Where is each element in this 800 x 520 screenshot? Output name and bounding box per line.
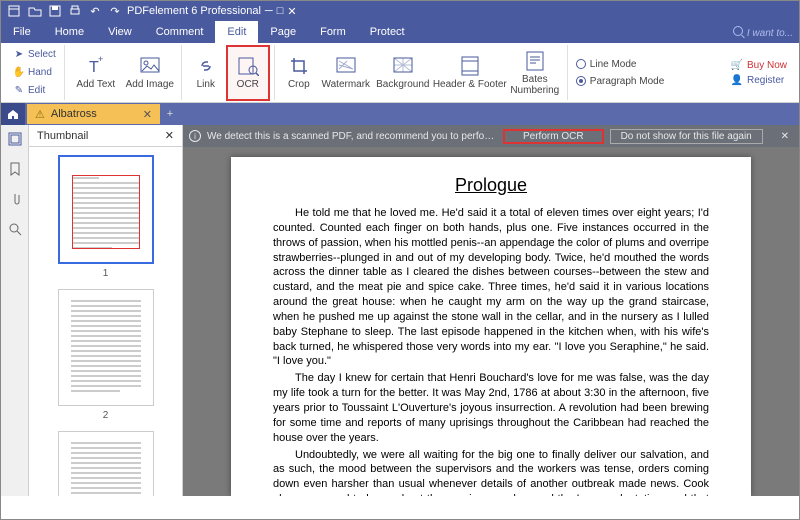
menu-edit[interactable]: Edit (215, 21, 258, 43)
background-icon (392, 55, 414, 77)
hand-tool[interactable]: ✋Hand (13, 65, 56, 81)
bookmarks-icon[interactable] (7, 161, 23, 177)
perform-ocr-button[interactable]: Perform OCR (503, 129, 604, 144)
crop-icon (288, 55, 310, 77)
maximize-button[interactable]: □ (277, 5, 284, 17)
bates-icon (524, 50, 546, 72)
close-panel-icon[interactable]: ✕ (165, 129, 174, 142)
paragraph: The day I knew for certain that Henri Bo… (273, 371, 709, 445)
document-tab-bar: ⚠Albatross✕ + (1, 103, 799, 125)
search-panel-icon[interactable] (7, 221, 23, 237)
text-icon: T+ (85, 55, 107, 77)
thumb-label-2: 2 (103, 410, 109, 421)
warning-icon: ⚠ (35, 108, 45, 121)
crop-button[interactable]: Crop (279, 45, 319, 101)
page-thumbnail-2[interactable] (58, 289, 154, 406)
page-thumbnail-3[interactable] (58, 431, 154, 496)
add-text-button[interactable]: T+Add Text (69, 45, 123, 101)
watermark-icon (335, 55, 357, 77)
menu-comment[interactable]: Comment (144, 21, 216, 43)
link-button[interactable]: Link (186, 45, 226, 101)
open-icon[interactable] (27, 3, 43, 19)
quick-access-toolbar: ↶ ↷ PDFelement 6 Professional ─ □ ✕ (1, 1, 799, 21)
paragraph: Undoubtedly, we were all waiting for the… (273, 448, 709, 497)
page-thumbnail-1[interactable] (58, 155, 154, 264)
dismiss-notice-button[interactable]: Do not show for this file again (610, 129, 763, 144)
thumbnail-panel: Thumbnail ✕ 1 2 3 (29, 125, 183, 496)
close-tab-icon[interactable]: ✕ (143, 108, 152, 121)
home-tab[interactable] (1, 103, 25, 125)
menu-bar: File Home View Comment Edit Page Form Pr… (1, 21, 799, 43)
menu-home[interactable]: Home (43, 21, 96, 43)
page-heading: Prologue (273, 175, 709, 196)
menu-page[interactable]: Page (258, 21, 308, 43)
cart-icon: 🛒 (731, 60, 743, 71)
ocr-icon (237, 55, 259, 77)
ocr-notice-bar: i We detect this is a scanned PDF, and r… (183, 125, 799, 147)
redo-icon[interactable]: ↷ (107, 3, 123, 19)
bates-button[interactable]: Bates Numbering (507, 45, 563, 101)
save-icon[interactable] (47, 3, 63, 19)
ribbon: ➤Select ✋Hand ✎Edit T+Add Text Add Image… (1, 43, 799, 103)
attachments-icon[interactable] (7, 191, 23, 207)
paragraph: He told me that he loved me. He'd said i… (273, 206, 709, 369)
add-image-button[interactable]: Add Image (123, 45, 177, 101)
select-tool[interactable]: ➤Select (13, 47, 56, 63)
user-icon: 👤 (731, 75, 743, 86)
close-notice-icon[interactable]: ✕ (777, 131, 793, 142)
info-icon: i (189, 130, 201, 142)
edit-tool[interactable]: ✎Edit (13, 83, 56, 99)
edit-icon: ✎ (13, 85, 25, 97)
watermark-button[interactable]: Watermark (319, 45, 373, 101)
image-icon (139, 55, 161, 77)
background-button[interactable]: Background (373, 45, 433, 101)
hand-icon: ✋ (13, 67, 25, 79)
cursor-icon: ➤ (13, 49, 25, 61)
undo-icon[interactable]: ↶ (87, 3, 103, 19)
close-button[interactable]: ✕ (287, 5, 296, 18)
header-footer-icon (459, 55, 481, 77)
print-icon[interactable] (67, 3, 83, 19)
document-page: Prologue He told me that he loved me. He… (231, 157, 751, 496)
thumb-label-1: 1 (103, 268, 109, 279)
buy-now-link[interactable]: 🛒Buy Now (731, 60, 787, 71)
minimize-button[interactable]: ─ (265, 5, 273, 17)
document-tab[interactable]: ⚠Albatross✕ (27, 104, 160, 124)
header-footer-button[interactable]: Header & Footer (433, 45, 507, 101)
thumbnails-panel-icon[interactable] (7, 131, 23, 147)
new-tab-button[interactable]: + (160, 108, 180, 120)
register-link[interactable]: 👤Register (731, 75, 787, 86)
notice-message: We detect this is a scanned PDF, and rec… (207, 131, 497, 142)
menu-view[interactable]: View (96, 21, 144, 43)
menu-protect[interactable]: Protect (358, 21, 417, 43)
paragraph-mode-radio[interactable]: Paragraph Mode (576, 76, 665, 87)
app-title: PDFelement 6 Professional (127, 5, 261, 17)
ocr-button[interactable]: OCR (226, 45, 270, 101)
thumbnail-panel-title: Thumbnail (37, 130, 88, 142)
link-icon (195, 55, 217, 77)
svg-text:+: + (98, 56, 103, 64)
menu-file[interactable]: File (1, 21, 43, 43)
menu-form[interactable]: Form (308, 21, 358, 43)
help-search[interactable]: I want to... (733, 26, 799, 39)
left-sidebar (1, 125, 29, 496)
search-icon (733, 26, 743, 36)
line-mode-radio[interactable]: Line Mode (576, 59, 665, 70)
app-menu-icon[interactable] (7, 3, 23, 19)
